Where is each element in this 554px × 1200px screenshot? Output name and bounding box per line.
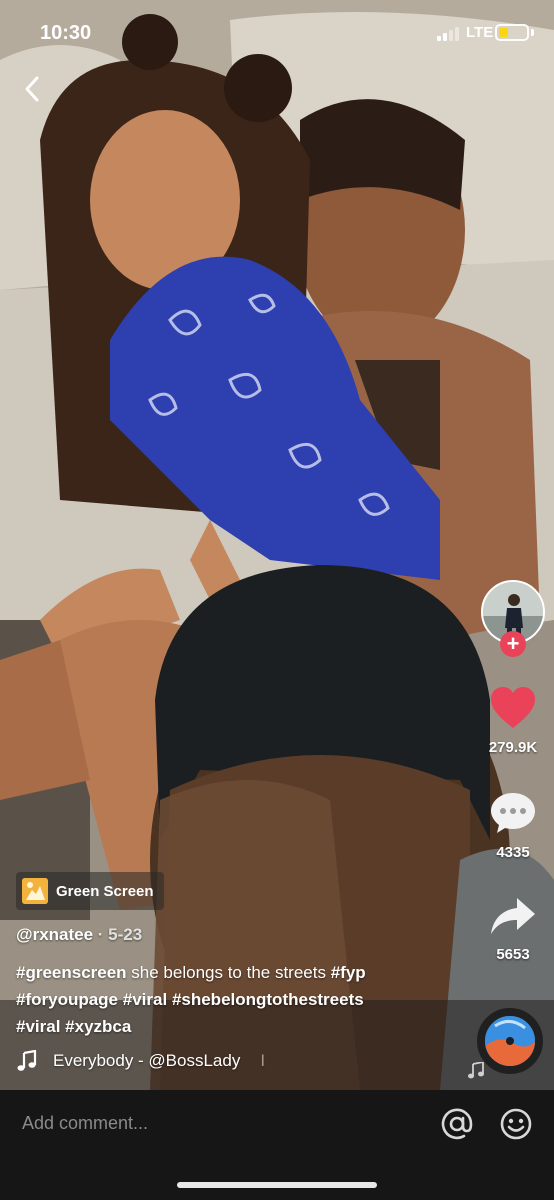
username-link[interactable]: @rxnatee	[16, 925, 93, 944]
effect-label: Green Screen	[56, 882, 154, 900]
sound-link[interactable]: Everybody - @BossLady I	[16, 1048, 306, 1074]
comment-count: 4335	[496, 844, 530, 861]
status-time: 10:30	[40, 22, 92, 44]
hashtag-link[interactable]: #xyzbca	[65, 1017, 131, 1036]
comment-button[interactable]	[489, 790, 537, 836]
smiley-icon	[500, 1108, 532, 1140]
share-count: 5653	[496, 946, 530, 963]
share-button[interactable]	[489, 896, 537, 936]
hashtag-link[interactable]: #foryoupage	[16, 990, 118, 1009]
emoji-button[interactable]	[499, 1107, 533, 1141]
status-bar: 10:30 LTE	[0, 0, 554, 66]
battery-icon	[495, 24, 529, 41]
signal-icon	[437, 27, 463, 41]
music-note-icon	[17, 1050, 37, 1071]
effect-chip-green-screen[interactable]: Green Screen	[16, 872, 164, 910]
hashtag-link[interactable]: #fyp	[331, 963, 366, 982]
mention-button[interactable]	[440, 1107, 474, 1141]
comment-input[interactable]	[22, 1108, 402, 1138]
caption-text: she belongs to the streets	[126, 963, 331, 982]
battery-cap	[531, 29, 534, 36]
music-disc-button[interactable]	[477, 1008, 543, 1074]
floating-music-note-icon	[468, 1062, 484, 1079]
follow-button[interactable]: +	[500, 631, 526, 657]
sound-cover-image	[485, 1016, 535, 1066]
like-count: 279.9K	[488, 739, 538, 756]
chevron-left-icon	[25, 76, 39, 102]
at-sign-icon	[441, 1108, 473, 1140]
home-indicator[interactable]	[177, 1182, 377, 1188]
share-arrow-icon	[491, 898, 535, 934]
hashtag-link[interactable]: #greenscreen	[16, 963, 127, 982]
sound-title-marquee-fade: I	[260, 1051, 266, 1070]
hashtag-link[interactable]: #shebelongtothestreets	[172, 990, 364, 1009]
battery-level	[499, 28, 508, 37]
like-button[interactable]	[489, 686, 537, 730]
back-button[interactable]	[16, 72, 50, 106]
post-caption: #greenscreen she belongs to the streets …	[16, 959, 456, 1040]
post-date: · 5-23	[93, 925, 143, 944]
sound-title: Everybody - @BossLady	[53, 1051, 241, 1070]
hashtag-link[interactable]: #viral	[123, 990, 167, 1009]
green-screen-effect-icon	[22, 878, 48, 904]
heart-icon	[491, 687, 535, 728]
chat-bubble-icon	[491, 793, 535, 833]
hashtag-link[interactable]: #viral	[16, 1017, 60, 1036]
post-author-line: @rxnatee · 5-23	[16, 925, 142, 945]
network-label: LTE	[466, 24, 494, 41]
